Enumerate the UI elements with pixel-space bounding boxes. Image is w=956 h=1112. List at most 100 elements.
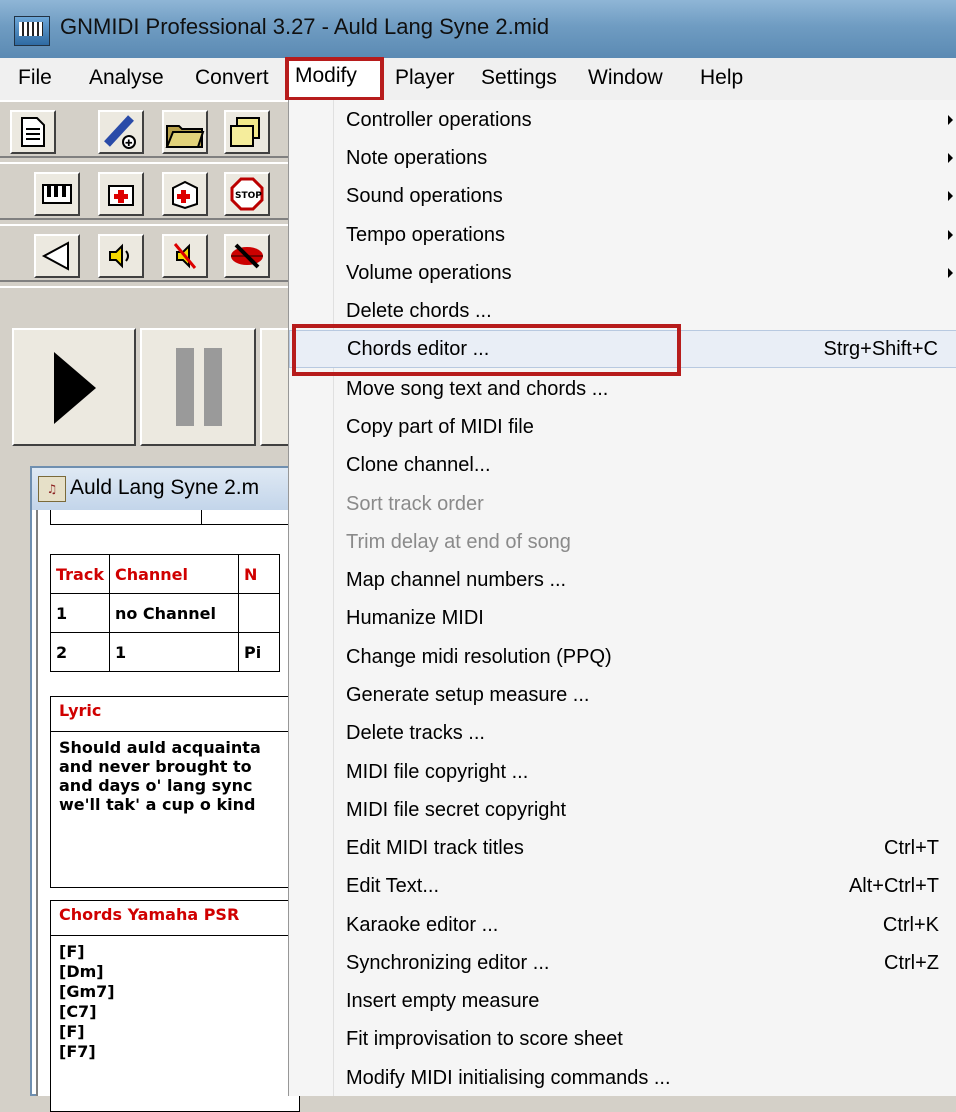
document-content: Track Channel N 1 no Channel 2 1 Pi Lyri… xyxy=(36,510,302,1112)
toolbar-row-file: ✚ xyxy=(0,100,300,158)
piano-keys-icon[interactable] xyxy=(34,172,80,216)
speaker-cone-icon[interactable] xyxy=(34,234,80,278)
menu-tempo-operations[interactable]: Tempo operations xyxy=(289,217,956,255)
menu-humanize-midi[interactable]: Humanize MIDI xyxy=(289,600,956,638)
menu-sound-operations[interactable]: Sound operations xyxy=(289,178,956,216)
first-aid-icon[interactable] xyxy=(98,172,144,216)
menu-item-label: Controller operations xyxy=(346,109,532,131)
lyric-box: Lyric Should auld acquainta and never br… xyxy=(50,696,300,888)
menu-move-song-text[interactable]: Move song text and chords ... xyxy=(289,371,956,409)
menu-item-label: Map channel numbers ... xyxy=(346,569,567,591)
open-multiple-icon[interactable] xyxy=(224,110,270,154)
menu-item-label: Insert empty measure xyxy=(346,990,540,1012)
repair-box-icon[interactable] xyxy=(162,172,208,216)
menu-item-label: Volume operations xyxy=(346,262,512,284)
menu-item-label: MIDI file copyright ... xyxy=(346,761,529,783)
table-row[interactable]: 1 no Channel xyxy=(50,593,280,633)
menu-volume-operations[interactable]: Volume operations xyxy=(289,255,956,293)
speaker-volume-icon[interactable] xyxy=(98,234,144,278)
menu-item-label: Change midi resolution (PPQ) xyxy=(346,646,612,668)
menu-item-label: MIDI file secret copyright xyxy=(346,799,567,821)
menu-item-label: Chords editor ... xyxy=(347,338,490,360)
menu-shortcut: Ctrl+K xyxy=(882,914,939,936)
open-folder-icon[interactable] xyxy=(162,110,208,154)
tracks-table: Track Channel N 1 no Channel 2 1 Pi xyxy=(50,554,280,672)
chords-box: Chords Yamaha PSR [F] [Dm] [Gm7] [C7] [F… xyxy=(50,900,300,1112)
menu-secret-copyright[interactable]: MIDI file secret copyright xyxy=(289,792,956,830)
midi-wand-icon[interactable]: ✚ xyxy=(98,110,144,154)
gnmidi-app-icon[interactable] xyxy=(14,16,50,46)
document-window: ♫ Auld Lang Syne 2.m Track Channel N 1 n… xyxy=(30,466,302,1112)
menu-modify[interactable]: Modify xyxy=(285,57,384,101)
menu-item-label: Generate setup measure ... xyxy=(346,684,590,706)
chords-text: [F] [Dm] [Gm7] [C7] [F] [F7] xyxy=(59,942,115,1061)
menu-chords-editor[interactable]: Chords editor ... Strg+Shift+C xyxy=(289,330,956,368)
modify-menu-dropdown: Controller operations Note operations So… xyxy=(288,100,956,1096)
submenu-arrow-icon xyxy=(948,268,953,278)
menu-window[interactable]: Window xyxy=(588,66,663,90)
svg-text:✚: ✚ xyxy=(125,139,133,149)
menu-settings[interactable]: Settings xyxy=(481,66,557,90)
menu-analyse[interactable]: Analyse xyxy=(89,66,164,90)
menu-item-label: Sound operations xyxy=(346,185,503,207)
menu-convert[interactable]: Convert xyxy=(195,66,269,90)
submenu-arrow-icon xyxy=(948,191,953,201)
cell-name: Pi xyxy=(237,632,280,672)
submenu-arrow-icon xyxy=(948,153,953,163)
menu-generate-setup-measure[interactable]: Generate setup measure ... xyxy=(289,677,956,715)
menu-bar: File Analyse Convert Player Settings Win… xyxy=(0,58,956,101)
menu-player[interactable]: Player xyxy=(395,66,455,90)
cell-channel: no Channel xyxy=(108,593,239,633)
menu-shortcut: Ctrl+T xyxy=(884,837,939,859)
table-header-row: Track Channel N xyxy=(50,554,280,594)
menu-change-resolution[interactable]: Change midi resolution (PPQ) xyxy=(289,639,956,677)
menu-file-copyright[interactable]: MIDI file copyright ... xyxy=(289,754,956,792)
menu-file[interactable]: File xyxy=(18,66,52,90)
header-track: Track xyxy=(50,554,110,594)
toolbar-row-tools: STOP xyxy=(0,162,300,220)
play-button[interactable] xyxy=(12,328,136,446)
menu-item-label: Copy part of MIDI file xyxy=(346,416,534,438)
lips-muted-icon[interactable] xyxy=(224,234,270,278)
menu-map-channel-numbers[interactable]: Map channel numbers ... xyxy=(289,562,956,600)
menu-edit-text[interactable]: Edit Text... Alt+Ctrl+T xyxy=(289,868,956,906)
menu-karaoke-editor[interactable]: Karaoke editor ... Ctrl+K xyxy=(289,907,956,945)
menu-edit-track-titles[interactable]: Edit MIDI track titles Ctrl+T xyxy=(289,830,956,868)
cell-name xyxy=(237,593,280,633)
menu-help[interactable]: Help xyxy=(700,66,743,90)
header-channel: Channel xyxy=(108,554,239,594)
menu-modify-init-commands[interactable]: Modify MIDI initialising commands ... xyxy=(289,1060,956,1098)
document-title: Auld Lang Syne 2.m xyxy=(70,476,260,499)
menu-item-label: Sort track order xyxy=(346,493,484,515)
menu-note-operations[interactable]: Note operations xyxy=(289,140,956,178)
menu-synchronizing-editor[interactable]: Synchronizing editor ... Ctrl+Z xyxy=(289,945,956,983)
menu-clone-channel[interactable]: Clone channel... xyxy=(289,447,956,485)
menu-item-label: Clone channel... xyxy=(346,454,491,476)
menu-controller-operations[interactable]: Controller operations xyxy=(289,102,956,140)
menu-delete-chords[interactable]: Delete chords ... xyxy=(289,293,956,331)
new-document-icon[interactable] xyxy=(10,110,56,154)
speaker-muted-icon[interactable] xyxy=(162,234,208,278)
menu-item-label: Edit MIDI track titles xyxy=(346,837,524,859)
menu-item-label: Delete chords ... xyxy=(346,300,492,322)
header-name: N xyxy=(237,554,280,594)
menu-trim-delay: Trim delay at end of song xyxy=(289,524,956,562)
stop-sign-icon[interactable]: STOP xyxy=(224,172,270,216)
menu-copy-part[interactable]: Copy part of MIDI file xyxy=(289,409,956,447)
menu-item-label: Edit Text... xyxy=(346,875,440,897)
lyric-text: Should auld acquainta and never brought … xyxy=(59,738,261,814)
submenu-arrow-icon xyxy=(948,230,953,240)
table-row[interactable]: 2 1 Pi xyxy=(50,632,280,672)
menu-shortcut: Alt+Ctrl+T xyxy=(848,875,939,897)
menu-insert-empty-measure[interactable]: Insert empty measure xyxy=(289,983,956,1021)
menu-delete-tracks[interactable]: Delete tracks ... xyxy=(289,715,956,753)
toolbar-row-sound xyxy=(0,224,300,282)
chords-heading: Chords Yamaha PSR xyxy=(51,901,299,936)
menu-fit-improvisation[interactable]: Fit improvisation to score sheet xyxy=(289,1021,956,1059)
cell-track: 1 xyxy=(50,593,110,633)
truncated-row xyxy=(50,510,302,525)
title-bar: GNMIDI Professional 3.27 - Auld Lang Syn… xyxy=(0,0,956,58)
menu-item-label: Fit improvisation to score sheet xyxy=(346,1028,623,1050)
menu-shortcut: Strg+Shift+C xyxy=(823,338,938,360)
pause-button[interactable] xyxy=(140,328,256,446)
